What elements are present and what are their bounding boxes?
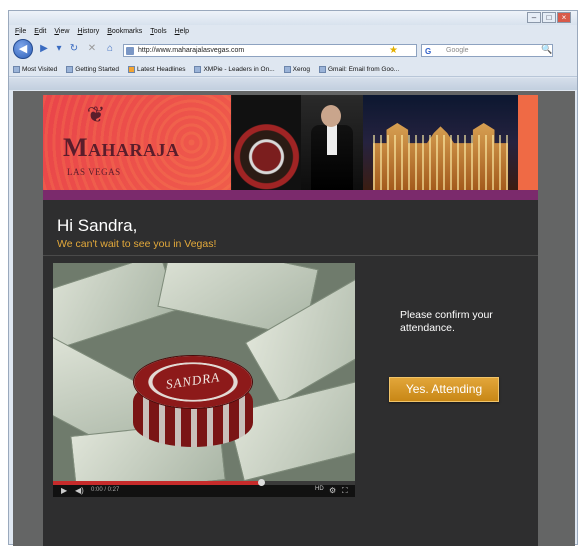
poker-chip-stack: SANDRA [133,355,253,455]
close-icon[interactable]: × [557,12,571,23]
page-icon [283,65,291,73]
page-icon [318,65,326,73]
lotus-logo-icon: ❦ [86,102,106,127]
settings-icon[interactable]: ⚙ [329,486,336,495]
bookmark-label: Latest Headlines [137,65,186,73]
stop-icon[interactable]: ✕ [85,42,99,56]
bookmark-icon [13,65,20,73]
minimize-icon[interactable]: – [527,12,541,23]
maximize-icon[interactable]: □ [542,12,556,23]
video-player[interactable]: SANDRA ▶ ◀) 0:00 / 0:27 HD ⚙ ⛶ [53,263,355,497]
rss-icon [128,65,136,73]
page-icon [66,65,74,73]
forward-button[interactable]: ▶ [37,42,51,56]
menu-view[interactable]: View [54,28,69,35]
tab-strip [9,78,577,90]
dealer-head [321,105,341,127]
roulette-photo [231,95,301,190]
bookmark-star-icon[interactable]: ★ [389,45,398,56]
confirm-prompt: Please confirm your attendance. [400,309,493,334]
email-page: ❦ Maharaja LAS VEGAS Hi Sandra, We can't… [43,95,538,546]
logo-title: Maharaja [63,133,180,162]
palace-lights [373,135,508,190]
bookmark-item[interactable]: Most Visited [13,65,58,73]
tagline: We can't wait to see you in Vegas! [57,238,217,250]
site-favicon-icon [126,47,134,55]
play-icon[interactable]: ▶ [61,486,67,495]
reload-icon[interactable]: ↻ [67,42,81,56]
bookmark-label: Xerog [292,65,310,73]
address-bar[interactable]: http://www.maharajalasvegas.com [123,44,417,57]
bookmark-label: Getting Started [75,65,120,73]
hd-icon[interactable]: HD [315,486,324,492]
menu-help[interactable]: Help [175,28,189,35]
header-banner: ❦ Maharaja LAS VEGAS [43,95,538,190]
palace-photo [363,95,518,190]
dealer-shirt [327,125,337,155]
bookmark-label: XMPie - Leaders in On... [203,65,275,73]
divider [43,255,538,256]
progress-fill [53,481,262,485]
bookmarks-toolbar: Most Visited Getting Started Latest Head… [9,62,577,77]
video-controls: ▶ ◀) 0:00 / 0:27 HD ⚙ ⛶ [53,479,355,497]
bookmark-item[interactable]: Getting Started [66,65,120,73]
greeting-heading: Hi Sandra, [57,216,138,235]
bookmark-item[interactable]: Gmail: Email from Goo... [318,65,400,73]
progress-knob[interactable] [258,479,266,486]
accent-bar [43,190,538,200]
menu-tools[interactable]: Tools [150,28,166,35]
menu-history[interactable]: History [77,28,99,35]
page-icon [194,65,202,73]
bookmark-label: Most Visited [22,65,58,73]
bookmark-item[interactable]: Xerog [283,65,310,73]
fullscreen-icon[interactable]: ⛶ [342,486,348,496]
video-time: 0:00 / 0:27 [91,487,120,493]
dealer-photo [301,95,363,190]
history-dropdown-icon[interactable]: ▾ [55,42,63,56]
home-icon[interactable]: ⌂ [103,42,117,56]
menu-edit[interactable]: Edit [34,28,46,35]
search-icon[interactable]: 🔍 [541,44,552,55]
title-bar: – □ × [9,11,577,25]
attending-button[interactable]: Yes. Attending [389,377,499,402]
search-placeholder: Google [446,47,469,54]
menu-bar: File Edit View History Bookmarks Tools H… [9,25,577,38]
search-input[interactable]: G Google [421,44,553,57]
back-button[interactable]: ◀ [13,39,33,59]
page-viewport: ❦ Maharaja LAS VEGAS Hi Sandra, We can't… [13,91,575,546]
bookmark-item[interactable]: XMPie - Leaders in On... [194,65,275,73]
address-text: http://www.maharajalasvegas.com [138,47,245,54]
google-icon: G [425,47,432,56]
browser-window: – □ × File Edit View History Bookmarks T… [8,10,578,546]
menu-file[interactable]: File [15,28,26,35]
volume-icon[interactable]: ◀) [75,486,84,495]
bookmark-item[interactable]: Latest Headlines [128,65,186,73]
bookmark-label: Gmail: Email from Goo... [327,65,400,73]
dollar-bill [53,263,179,354]
menu-bookmarks[interactable]: Bookmarks [107,28,142,35]
banner-edge [518,95,538,190]
logo-subtitle: LAS VEGAS [67,167,121,177]
progress-track[interactable] [53,479,355,486]
